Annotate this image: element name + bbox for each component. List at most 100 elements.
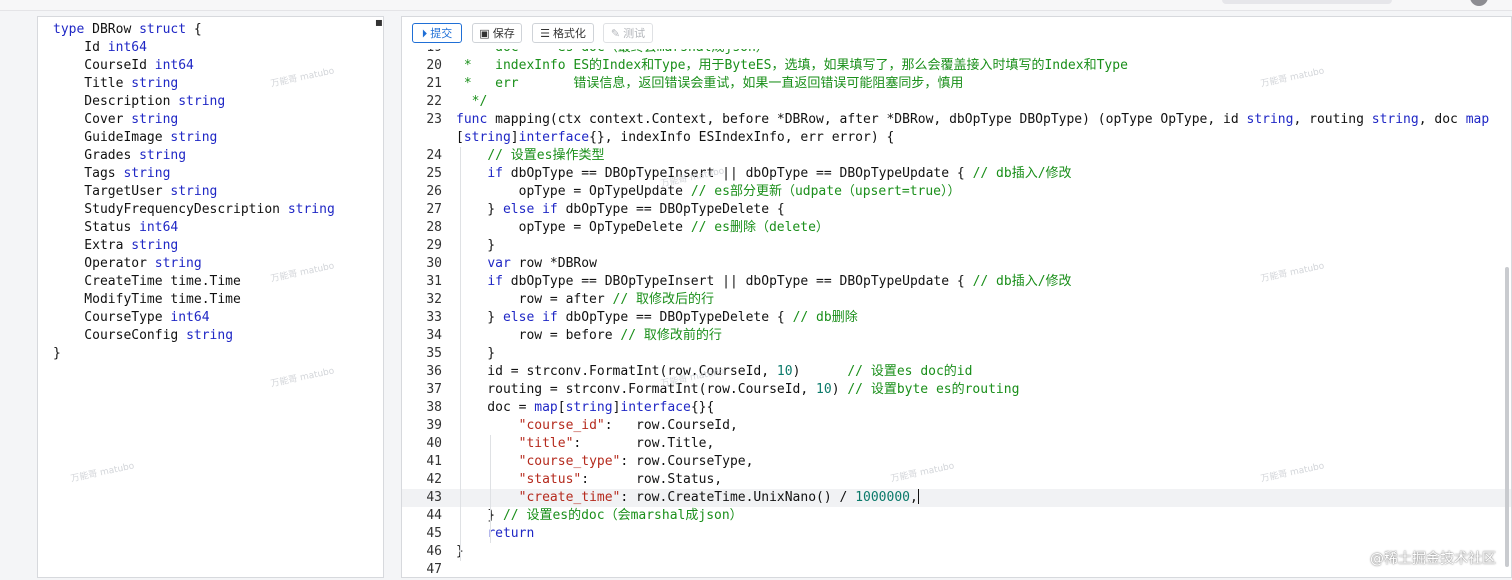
code-token: dbOpType == DBOpTypeInsert || dbOpType =… [502,166,973,181]
code-token: Extra [53,238,132,253]
code-line[interactable]: 26 opType = OpTypeUpdate // es部分更新（udpat… [402,183,1511,201]
line-number: 21 [426,76,442,91]
code-line[interactable]: 47 [402,561,1511,577]
code-text: doc = map[string]interface{}{ [456,399,1503,417]
top-search-pill[interactable] [1222,0,1392,4]
format-button[interactable]: ☰ 格式化 [532,23,594,43]
code-token: string [178,94,226,109]
struct-line: Title string [53,75,383,93]
code-line[interactable]: 31 if dbOpType == DBOpTypeInsert || dbOp… [402,273,1511,291]
test-button[interactable]: ✎ 测试 [603,23,653,43]
code-line[interactable]: 27 } else if dbOpType == DBOpTypeDelete … [402,201,1511,219]
code-line[interactable]: 21 * err 错误信息，返回错误会重试，如果一直返回错误可能阻塞同步，慎用 [402,75,1511,93]
code-line[interactable]: 43 "create_time": row.CreateTime.UnixNan… [402,489,1511,507]
line-number: 25 [426,166,442,181]
avatar[interactable] [1470,0,1488,6]
code-text: // 设置es操作类型 [456,147,1503,165]
wrench-icon: ✎ [610,26,621,40]
code-token: CreateTime time.Time [53,274,241,289]
code-line[interactable]: 37 routing = strconv.FormatInt(row.Cours… [402,381,1511,399]
code-line[interactable]: [string]interface{}, indexInfo ESIndexIn… [402,129,1511,147]
code-token: // es删除（delete） [690,220,829,235]
code-line[interactable]: 40 "title": row.Title, [402,435,1511,453]
code-line[interactable]: 46} [402,543,1511,561]
code-token: , [909,490,918,505]
code-line[interactable]: 24 // 设置es操作类型 [402,147,1511,165]
code-token: "course_id" [518,418,605,433]
code-line[interactable]: 39 "course_id": row.CourseId, [402,417,1511,435]
code-token: */ [456,94,488,109]
code-token: routing = strconv.FormatInt(row.CourseId… [456,382,817,397]
save-button[interactable]: ▣ 保存 [472,23,522,43]
code-line[interactable]: 22 */ [402,93,1511,111]
struct-panel: ▪ type DBRow struct { Id int64 CourseId … [37,16,384,578]
code-text: if dbOpType == DBOpTypeInsert || dbOpTyp… [456,165,1503,183]
code-line[interactable]: 20 * indexInfo ES的Index和Type，用于ByteES，选填… [402,57,1511,75]
code-line[interactable]: 34 row = before // 取修改前的行 [402,327,1511,345]
code-token: Operator [53,256,155,271]
struct-line: Tags string [53,165,383,183]
code-text: "create_time": row.CreateTime.UnixNano()… [456,489,1503,507]
code-token: id = strconv.FormatInt(row.CourseId, [456,364,777,379]
code-line[interactable]: 25 if dbOpType == DBOpTypeInsert || dbOp… [402,165,1511,183]
code-token: // 取修改前的行 [620,328,722,343]
code-token: } [456,310,503,325]
editor-toolbar: ⏵ 提交 ▣ 保存 ☰ 格式化 ✎ 测试 [402,17,1511,49]
code-line[interactable]: 28 opType = OpTypeDelete // es删除（delete） [402,219,1511,237]
code-text: } else if dbOpType == DBOpTypeDelete { [456,201,1503,219]
code-line[interactable]: 35 } [402,345,1511,363]
code-token: // db插入/修改 [972,274,1072,289]
code-token: string [123,166,171,181]
editor-scrollbar[interactable] [1505,267,1509,567]
line-number: 45 [426,526,442,541]
line-number: 27 [426,202,442,217]
code-line[interactable]: 38 doc = map[string]interface{}{ [402,399,1511,417]
code-line[interactable]: 45 return [402,525,1511,543]
code-token: Title [53,76,132,91]
code-token: // es部分更新（udpate（upsert=true）） [690,184,961,199]
code-line[interactable]: 36 id = strconv.FormatInt(row.CourseId, … [402,363,1511,381]
code-token: // 设置es操作类型 [487,148,605,163]
code-token: string [139,148,187,163]
struct-line: TargetUser string [53,183,383,201]
code-token: string [186,328,234,343]
code-token: dbOpType == DBOpTypeDelete { [557,202,785,217]
line-number: 29 [426,238,442,253]
submit-button[interactable]: ⏵ 提交 [412,23,462,43]
code-line[interactable]: 30 var row *DBRow [402,255,1511,273]
code-token: dbOpType == DBOpTypeInsert || dbOpType =… [502,274,973,289]
code-token: Tags [53,166,124,181]
code-token: type [53,22,85,37]
struct-line: Description string [53,93,383,111]
submit-label: 提交 [430,27,453,40]
code-token: Id [53,40,108,55]
format-icon: ☰ [540,26,550,40]
code-token: dbOpType == DBOpTypeDelete { [557,310,793,325]
site-watermark: @稀土掘金技术社区 [1370,551,1496,567]
code-line[interactable]: 42 "status": row.Status, [402,471,1511,489]
code-line[interactable]: 33 } else if dbOpType == DBOpTypeDelete … [402,309,1511,327]
code-token: // 设置es doc的id [847,364,973,379]
code-line[interactable]: 41 "course_type": row.CourseType, [402,453,1511,471]
line-number: 36 [426,364,442,379]
code-token: { [186,22,202,37]
code-token: GuideImage [53,130,171,145]
code-token: string [1246,112,1294,127]
code-token: } [53,346,61,361]
code-token: 10 [816,382,832,397]
code-token: struct [139,22,187,37]
code-line[interactable]: 44 } // 设置es的doc（会marshal成json） [402,507,1511,525]
code-token: } [456,202,503,217]
code-token: } [456,508,503,523]
code-token: "status" [518,472,582,487]
code-token: opType = OpTypeUpdate [456,184,691,199]
code-token: TargetUser [53,184,171,199]
code-text: if dbOpType == DBOpTypeInsert || dbOpTyp… [456,273,1503,291]
code-area[interactable]: 19 * doc es doc（最终会marshal成json）20 * ind… [402,39,1511,577]
struct-line: CourseType int64 [53,309,383,327]
code-line[interactable]: 32 row = after // 取修改后的行 [402,291,1511,309]
code-line[interactable]: 29 } [402,237,1511,255]
code-line[interactable]: 23 func mapping(ctx context.Context, befo… [402,111,1511,129]
